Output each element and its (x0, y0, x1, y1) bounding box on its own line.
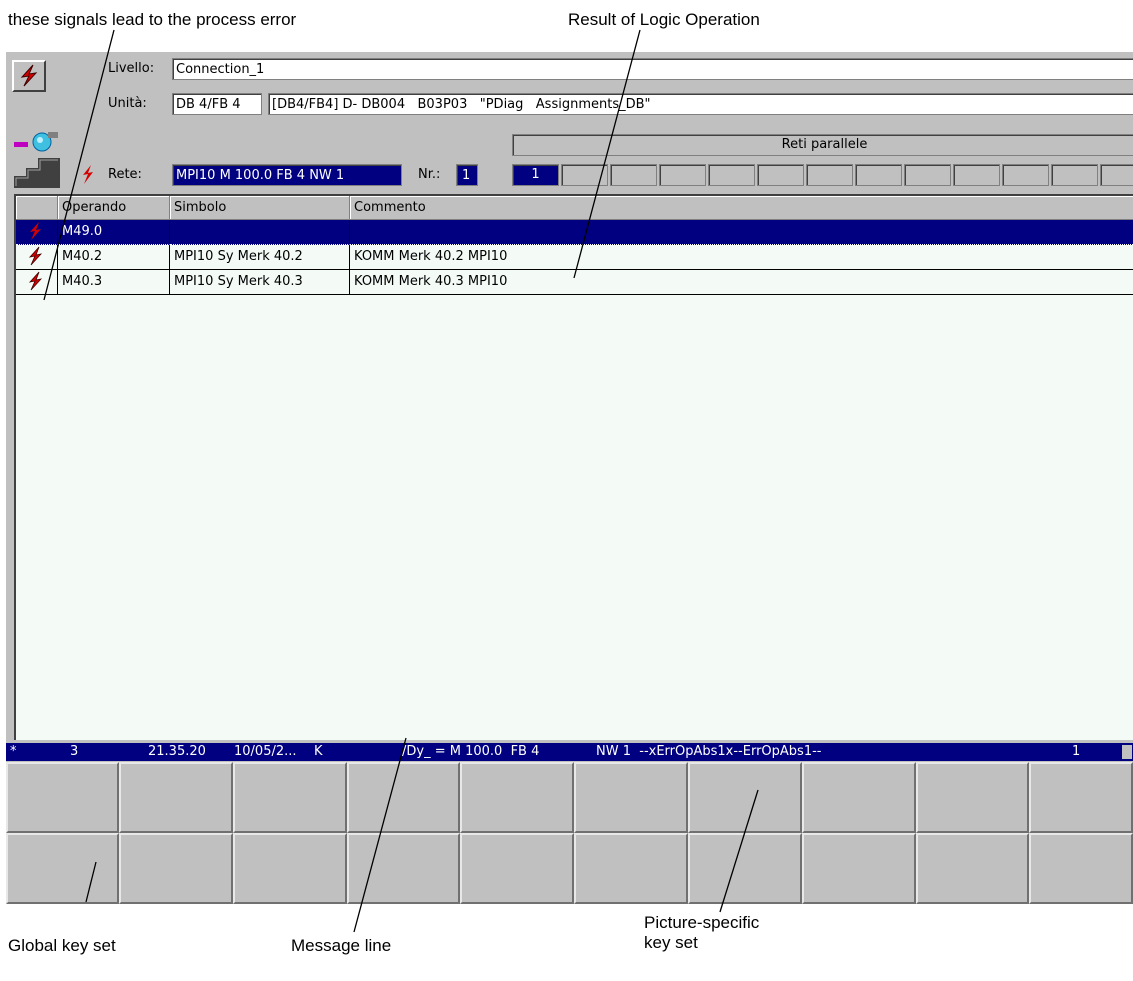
callout-leader-lines (43, 29, 759, 933)
leader-signals (43, 29, 115, 301)
leader-rlo (573, 29, 641, 279)
leader-global-keys (85, 861, 97, 903)
leader-message-line (353, 737, 407, 933)
leader-picture-keys (719, 789, 759, 913)
